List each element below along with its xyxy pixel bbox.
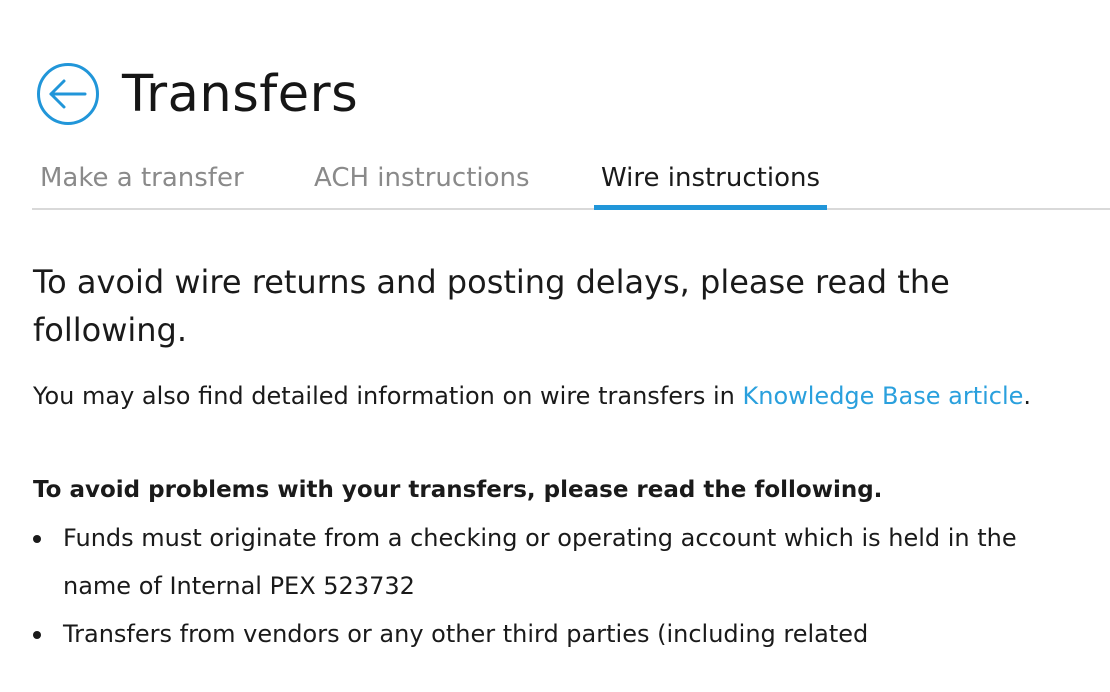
kb-prefix-text: You may also find detailed information o… — [33, 382, 743, 410]
kb-suffix-text: . — [1023, 382, 1032, 410]
list-item: Transfers from vendors or any other thir… — [33, 610, 1083, 658]
bullet-icon — [33, 535, 41, 543]
knowledge-base-link[interactable]: Knowledge Base article — [743, 382, 1024, 410]
intro-text: To avoid wire returns and posting delays… — [33, 263, 950, 349]
rule-text: Transfers from vendors or any other thir… — [63, 620, 869, 648]
page-title: Transfers — [122, 64, 359, 124]
tab-wire-instructions[interactable]: Wire instructions — [594, 160, 827, 210]
kb-paragraph: You may also find detailed information o… — [33, 372, 1083, 420]
back-arrow-icon[interactable] — [36, 62, 100, 126]
tab-ach-instructions[interactable]: ACH instructions — [307, 160, 537, 208]
rules-heading: To avoid problems with your transfers, p… — [33, 477, 883, 503]
wire-instructions-panel: To avoid wire returns and posting delays… — [33, 258, 1083, 658]
tab-bar: Make a transfer ACH instructions Wire in… — [32, 150, 1110, 210]
rule-text: Funds must originate from a checking or … — [63, 524, 1017, 600]
bullet-icon — [33, 631, 41, 639]
rules-list: Funds must originate from a checking or … — [33, 514, 1083, 658]
list-item: Funds must originate from a checking or … — [33, 514, 1083, 610]
page-header: Transfers — [36, 58, 358, 130]
tab-make-a-transfer[interactable]: Make a transfer — [33, 160, 251, 208]
